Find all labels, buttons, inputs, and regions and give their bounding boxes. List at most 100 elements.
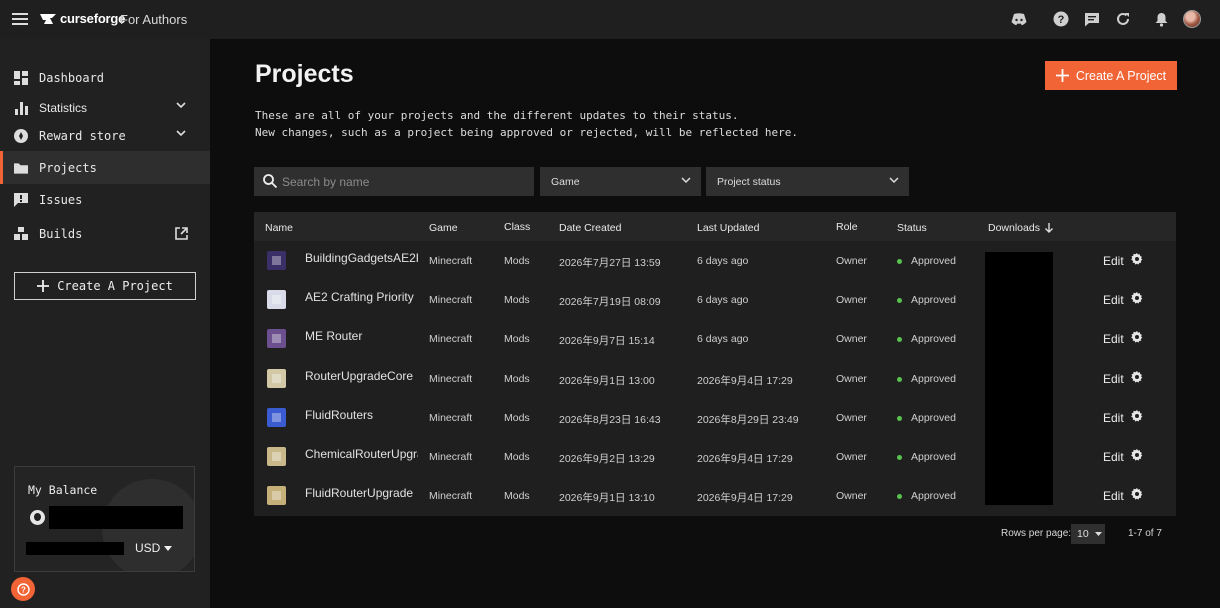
discord-icon[interactable] xyxy=(1009,9,1029,29)
menu-icon[interactable] xyxy=(12,13,28,25)
rows-per-page-value: 10 xyxy=(1077,528,1089,540)
sidebar-create-project-button[interactable]: Create A Project xyxy=(14,272,196,300)
cell-role: Owner xyxy=(836,255,867,267)
balance-amount-redacted xyxy=(49,506,183,529)
edit-button[interactable]: Edit xyxy=(1103,371,1143,386)
bell-icon[interactable] xyxy=(1151,9,1171,29)
svg-text:?: ? xyxy=(21,585,26,594)
top-bar: curseforge For Authors ? xyxy=(0,0,1220,39)
anvil-icon xyxy=(40,13,56,24)
project-name-link[interactable]: RouterUpgradeCore xyxy=(305,369,418,383)
project-name-link[interactable]: FluidRouters xyxy=(305,408,418,422)
cell-role: Owner xyxy=(836,373,867,385)
sidebar: Dashboard Statistics Reward store Projec… xyxy=(0,39,210,608)
game-filter-select[interactable]: Game xyxy=(540,167,701,196)
help-icon[interactable]: ? xyxy=(1051,9,1071,29)
create-project-button[interactable]: Create A Project xyxy=(1045,61,1177,90)
chat-icon[interactable] xyxy=(1082,9,1102,29)
cell-role: Owner xyxy=(836,294,867,306)
dashboard-icon xyxy=(14,71,28,85)
cell-role: Owner xyxy=(836,451,867,463)
gear-icon xyxy=(1130,410,1143,425)
page-description: These are all of your projects and the d… xyxy=(255,107,798,141)
chevron-down-icon xyxy=(681,177,691,184)
search-input[interactable] xyxy=(282,167,528,196)
sidebar-item-statistics[interactable]: Statistics xyxy=(0,93,210,123)
gear-icon xyxy=(1130,292,1143,307)
help-button[interactable]: ? xyxy=(11,577,35,601)
project-name-link[interactable]: AE2 Crafting Priority xyxy=(305,290,418,304)
table-header: Name Game Class Date Created Last Update… xyxy=(254,212,1176,241)
edit-button[interactable]: Edit xyxy=(1103,488,1143,503)
pagination-range: 1-7 of 7 xyxy=(1128,528,1162,539)
sidebar-item-reward-store[interactable]: Reward store xyxy=(0,121,210,151)
edit-label: Edit xyxy=(1103,292,1124,307)
edit-label: Edit xyxy=(1103,410,1124,425)
chevron-down-icon xyxy=(176,102,186,109)
rows-per-page-label: Rows per page: xyxy=(1001,528,1072,539)
curseforge-logo[interactable]: curseforge xyxy=(40,11,125,26)
sidebar-item-dashboard[interactable]: Dashboard xyxy=(0,63,210,93)
avatar[interactable] xyxy=(1182,9,1202,29)
project-name-link[interactable]: FluidRouterUpgrade xyxy=(305,486,418,500)
sidebar-item-projects[interactable]: Projects xyxy=(0,151,210,184)
column-header-date-created[interactable]: Date Created xyxy=(559,222,621,234)
column-header-role[interactable]: Role xyxy=(836,221,858,233)
svg-text:?: ? xyxy=(1058,14,1065,26)
edit-label: Edit xyxy=(1103,331,1124,346)
column-header-downloads[interactable]: Downloads xyxy=(988,222,1053,234)
column-header-name[interactable]: Name xyxy=(265,222,293,234)
edit-label: Edit xyxy=(1103,449,1124,464)
status-dot xyxy=(897,297,902,303)
sidebar-item-label: Dashboard xyxy=(39,71,105,85)
cell-class: Mods xyxy=(504,451,530,463)
column-header-last-updated[interactable]: Last Updated xyxy=(697,222,759,234)
status-label: Approved xyxy=(911,490,956,502)
cell-role: Owner xyxy=(836,490,867,502)
status-dot xyxy=(897,415,902,421)
cell-date-created: 2026年9月7日 15:14 xyxy=(559,335,655,347)
cell-game: Minecraft xyxy=(429,412,473,424)
page-title: Projects xyxy=(255,60,354,88)
column-header-game[interactable]: Game xyxy=(429,222,458,234)
status-label: Approved xyxy=(911,373,956,385)
builds-icon xyxy=(14,227,28,241)
cell-date-created: 2026年7月27日 13:59 xyxy=(559,257,661,269)
column-header-status[interactable]: Status xyxy=(897,222,927,234)
edit-label: Edit xyxy=(1103,253,1124,268)
project-status-select[interactable]: Project status xyxy=(706,167,909,196)
project-status-label: Project status xyxy=(717,175,781,188)
rows-per-page-select[interactable]: 10 xyxy=(1071,524,1105,544)
refresh-icon[interactable] xyxy=(1113,9,1133,29)
currency-select[interactable]: USD xyxy=(135,541,173,555)
edit-button[interactable]: Edit xyxy=(1103,253,1143,268)
chevron-down-icon xyxy=(176,130,186,137)
project-name-link[interactable]: BuildingGadgetsAE2Re xyxy=(305,251,418,265)
edit-button[interactable]: Edit xyxy=(1103,449,1143,464)
status-label: Approved xyxy=(911,451,956,463)
status-dot xyxy=(897,454,902,460)
edit-button[interactable]: Edit xyxy=(1103,410,1143,425)
status-label: Approved xyxy=(911,333,956,345)
edit-button[interactable]: Edit xyxy=(1103,331,1143,346)
sidebar-item-builds[interactable]: Builds xyxy=(0,219,210,249)
edit-button[interactable]: Edit xyxy=(1103,292,1143,307)
bar-chart-icon xyxy=(14,101,28,115)
cell-role: Owner xyxy=(836,412,867,424)
cell-class: Mods xyxy=(504,373,530,385)
sidebar-item-issues[interactable]: Issues xyxy=(0,185,210,215)
cell-date-created: 2026年8月23日 16:43 xyxy=(559,414,661,426)
cell-last-updated: 2026年9月4日 17:29 xyxy=(697,453,793,465)
status-label: Approved xyxy=(911,412,956,424)
sidebar-item-label: Issues xyxy=(39,193,83,207)
project-name-link[interactable]: ME Router xyxy=(305,329,418,343)
column-header-class[interactable]: Class xyxy=(504,221,530,233)
folder-icon xyxy=(14,161,28,175)
downloads-header-label: Downloads xyxy=(988,222,1040,234)
cell-class: Mods xyxy=(504,294,530,306)
project-name-link[interactable]: ChemicalRouterUpgrade xyxy=(305,447,418,461)
sidebar-item-label: Statistics xyxy=(39,101,88,115)
coin-icon xyxy=(30,510,45,525)
cell-date-created: 2026年9月2日 13:29 xyxy=(559,453,655,465)
search-box xyxy=(254,167,534,196)
